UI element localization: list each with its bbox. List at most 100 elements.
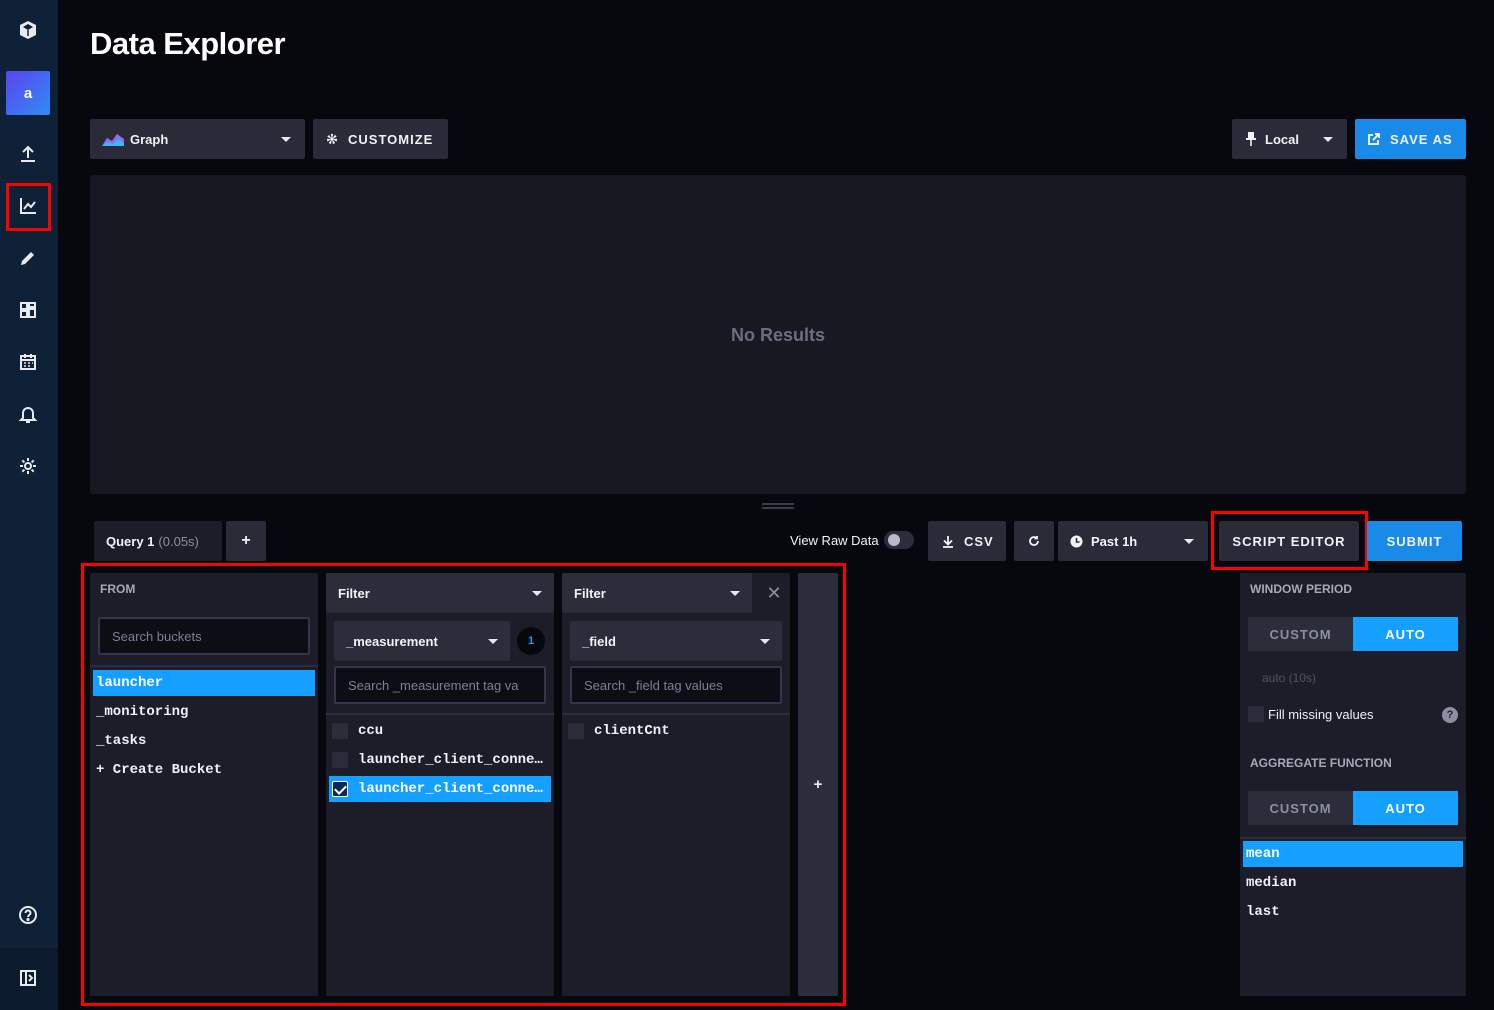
chevron-down-icon [760, 638, 770, 644]
customize-button[interactable]: CUSTOMIZE [313, 119, 448, 159]
download-icon [943, 535, 953, 548]
dashboards-icon[interactable] [6, 288, 50, 332]
function-item-last[interactable]: last [1246, 899, 1280, 925]
query-tab-label: Query 1 [106, 533, 155, 549]
create-bucket-button[interactable]: + Create Bucket [96, 757, 222, 783]
aggregate-auto-button[interactable]: AUTO [1353, 791, 1458, 825]
function-item-mean[interactable]: mean [1243, 841, 1463, 867]
graph-type-label: Graph [130, 131, 169, 147]
add-query-button[interactable]: + [226, 521, 266, 561]
window-period-header: WINDOW PERIOD [1250, 582, 1352, 596]
toggle-switch[interactable] [883, 531, 914, 549]
divider [90, 665, 318, 667]
chevron-down-icon [730, 590, 740, 596]
window-custom-button[interactable]: CUSTOM [1248, 617, 1353, 651]
graph-icon[interactable] [6, 184, 50, 228]
field-item-label: clientCnt [594, 723, 670, 739]
measurement-item-selected[interactable]: launcher_client_conne… [329, 776, 551, 802]
divider [1240, 837, 1466, 839]
selection-count: 1 [527, 635, 535, 647]
chevron-down-icon [488, 638, 498, 644]
from-header: FROM [100, 582, 136, 596]
graph-panel: No Results [90, 175, 1466, 494]
time-range-dropdown[interactable]: Past 1h [1058, 521, 1208, 561]
bucket-item-monitoring[interactable]: _monitoring [96, 699, 188, 725]
gear-icon [326, 133, 338, 145]
close-icon[interactable]: ✕ [764, 583, 784, 603]
resize-handle[interactable] [762, 503, 794, 509]
upload-icon[interactable] [6, 132, 50, 176]
field-key-label: _field [582, 633, 616, 649]
graph-type-dropdown[interactable]: Graph [90, 119, 305, 159]
collapse-icon[interactable] [6, 956, 50, 1000]
from-panel: FROM Search buckets launcher _monitoring… [90, 573, 318, 996]
checkbox-checked[interactable] [332, 781, 348, 797]
filter-function-dropdown[interactable]: Filter [326, 573, 554, 613]
measurement-item[interactable]: launcher_client_conne… [332, 747, 543, 773]
aggregate-panel: WINDOW PERIOD CUSTOM AUTO auto (10s) Fil… [1240, 573, 1466, 996]
function-item-median[interactable]: median [1246, 870, 1296, 896]
org-avatar[interactable]: a [6, 71, 50, 115]
checkbox[interactable] [568, 723, 584, 739]
aggregate-function-header: AGGREGATE FUNCTION [1250, 756, 1392, 770]
gear-icon[interactable] [6, 444, 50, 488]
bucket-search-input[interactable]: Search buckets [98, 617, 310, 655]
divider [562, 713, 790, 715]
field-key-dropdown[interactable]: _field [570, 621, 782, 661]
timezone-dropdown[interactable]: Local [1232, 119, 1347, 159]
logo-icon[interactable] [6, 8, 50, 52]
chevron-down-icon [1323, 136, 1333, 142]
checkbox[interactable] [332, 752, 348, 768]
graph-type-icon [102, 134, 124, 146]
measurement-search-input[interactable]: Search _measurement tag va [334, 666, 546, 704]
timezone-label: Local [1265, 131, 1299, 147]
checkbox[interactable] [332, 723, 348, 739]
chevron-down-icon [1184, 538, 1194, 544]
measurement-item-label: launcher_client_conne… [358, 781, 543, 797]
field-search-input[interactable]: Search _field tag values [570, 666, 782, 704]
pencil-icon[interactable] [6, 236, 50, 280]
filter-panel-measurement: Filter _measurement 1 Search _measuremen… [326, 573, 554, 996]
fill-missing-label: Fill missing values [1268, 706, 1374, 722]
external-link-icon [1368, 133, 1380, 145]
fill-missing-checkbox[interactable]: Fill missing values [1248, 706, 1373, 722]
plus-icon: + [813, 776, 823, 793]
help-icon[interactable]: ? [1442, 707, 1458, 723]
selection-count-badge: 1 [517, 627, 545, 655]
divider [326, 713, 554, 715]
calendar-icon[interactable] [6, 340, 50, 384]
field-item[interactable]: clientCnt [568, 718, 670, 744]
query-tab[interactable]: Query 1 (0.05s) [94, 521, 222, 561]
filter-label: Filter [338, 585, 370, 601]
view-raw-data-label: View Raw Data [790, 532, 879, 548]
script-editor-button[interactable]: SCRIPT EDITOR [1219, 521, 1359, 561]
sidebar-nav: a [0, 0, 58, 1010]
empty-state-text: No Results [730, 325, 826, 345]
help-icon[interactable] [6, 893, 50, 937]
window-auto-button[interactable]: AUTO [1353, 617, 1458, 651]
checkbox[interactable] [1248, 706, 1264, 722]
refresh-button[interactable] [1014, 521, 1054, 561]
measurement-item[interactable]: ccu [332, 718, 383, 744]
customize-label: CUSTOMIZE [348, 131, 434, 147]
time-range-label: Past 1h [1091, 533, 1138, 549]
window-period-toggle: CUSTOM AUTO [1248, 617, 1458, 651]
csv-download-button[interactable]: CSV [928, 521, 1006, 561]
bucket-item-tasks[interactable]: _tasks [96, 728, 146, 754]
submit-label: SUBMIT [1386, 533, 1443, 549]
clock-icon [1070, 535, 1083, 547]
filter-function-dropdown[interactable]: Filter [562, 573, 752, 613]
bucket-item-launcher[interactable]: launcher [93, 670, 315, 696]
org-initial: a [23, 84, 33, 102]
bell-icon[interactable] [6, 392, 50, 436]
auto-window-value: auto (10s) [1262, 671, 1317, 685]
add-filter-button[interactable]: + [798, 573, 838, 996]
aggregate-custom-button[interactable]: CUSTOM [1248, 791, 1353, 825]
save-as-button[interactable]: SAVE AS [1355, 119, 1466, 159]
chevron-down-icon [532, 590, 542, 596]
pin-icon [1246, 132, 1256, 146]
measurement-key-dropdown[interactable]: _measurement [334, 621, 510, 661]
view-raw-data-toggle[interactable]: View Raw Data [790, 531, 914, 549]
measurement-key-label: _measurement [346, 633, 438, 649]
submit-button[interactable]: SUBMIT [1367, 521, 1462, 561]
